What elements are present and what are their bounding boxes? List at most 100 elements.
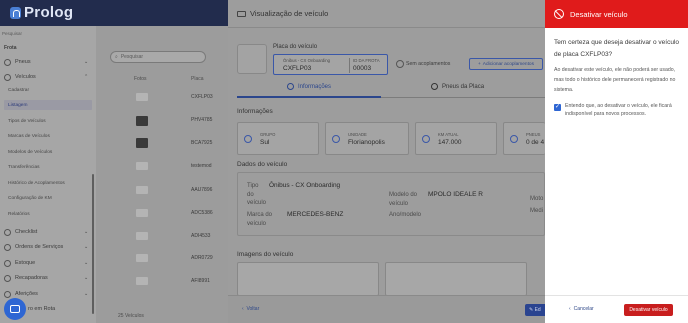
edit-label: Ed xyxy=(534,307,541,313)
sidebar-item-ordens[interactable]: Ordens de Serviços ⌄ xyxy=(4,242,88,252)
divider xyxy=(349,58,350,73)
stat-label: PNEUS xyxy=(526,132,541,137)
modelo-label: Modelo do veículo xyxy=(389,192,418,207)
sidebar-item-label: Veículos xyxy=(15,74,36,80)
speedometer-icon xyxy=(422,135,430,143)
group-icon xyxy=(244,135,252,143)
table-row-plate[interactable]: testemod xyxy=(191,163,212,169)
tire-icon xyxy=(510,135,518,143)
stat-card-unidade: UNIDADE Florianopolis xyxy=(325,122,409,155)
sidebar-sub-relatorios[interactable]: Relatórios xyxy=(8,209,30,219)
sidebar-item-pneus[interactable]: Pneus ⌄ xyxy=(4,57,88,67)
search-placeholder: Pesquisar xyxy=(120,54,144,60)
prolog-logo[interactable]: Prolog xyxy=(10,4,73,21)
table-row-plate[interactable]: ADI4533 xyxy=(191,233,210,239)
back-button[interactable]: ‹ Voltar xyxy=(242,306,259,312)
checklist-icon xyxy=(4,228,11,236)
sidebar-sub-modelos[interactable]: Modelos de Veículos xyxy=(8,147,52,157)
ban-icon xyxy=(554,9,564,19)
plate-value: CXFLP03 xyxy=(283,65,312,72)
sidebar-item-label: Ordens de Serviços xyxy=(15,244,64,250)
sidebar: Pesquisar Frota Pneus ⌄ Veículos ⌃ Cadas… xyxy=(0,26,96,323)
stat-value: 0 de 4 xyxy=(526,139,545,146)
vehicle-count: 25 Veículos xyxy=(118,313,144,319)
table-row-plate[interactable]: PHV4785 xyxy=(191,117,212,123)
table-row-plate[interactable]: BCA7925 xyxy=(191,140,212,146)
drawer-footer: ‹ Cancelar Desativar veículo xyxy=(545,295,688,323)
stat-label: KM ATUAL xyxy=(438,132,459,137)
medida-label: Medi xyxy=(530,208,544,214)
sidebar-sub-historico[interactable]: Histórico de Acoplamentos xyxy=(8,178,65,188)
sidebar-item-afericoes[interactable]: Aferições ⌄ xyxy=(4,289,88,299)
sidebar-item-veiculos[interactable]: Veículos ⌃ xyxy=(4,72,88,82)
vehicle-image-slot[interactable] xyxy=(385,262,527,296)
table-row-plate[interactable]: CXFLP03 xyxy=(191,94,213,100)
vehicle-thumbnail xyxy=(136,232,148,240)
sidebar-sub-config-km[interactable]: Configuração de KM xyxy=(8,193,52,203)
tipo-label: Tipo do veículo xyxy=(247,183,267,206)
vehicle-thumbnail xyxy=(136,93,148,101)
acknowledge-checkbox[interactable]: ✓ xyxy=(554,104,561,111)
sidebar-search[interactable]: Pesquisar xyxy=(0,31,22,36)
deactivate-button[interactable]: Desativar veículo xyxy=(624,304,673,316)
sidebar-sub-transferencias[interactable]: Transferências xyxy=(8,162,40,172)
confirm-question: Tem certeza que deseja desativar o veícu… xyxy=(554,39,680,58)
chevron-down-icon: ⌄ xyxy=(84,244,89,250)
deactivate-drawer: Desativar veículo Tem certeza que deseja… xyxy=(545,0,688,323)
motor-label: Moto xyxy=(530,196,544,202)
tire-icon xyxy=(431,83,438,90)
chevron-down-icon: ⌄ xyxy=(84,260,89,266)
recap-icon xyxy=(4,274,11,282)
cancel-button[interactable]: ‹ Cancelar xyxy=(569,306,594,312)
sidebar-sub-marcas[interactable]: Marcas de Veículos xyxy=(8,131,50,141)
tipo-value: Ônibus - CX Onboarding xyxy=(269,182,341,189)
sidebar-item-label: Checklist xyxy=(15,229,38,235)
tab-informacoes[interactable]: Informações xyxy=(287,83,331,90)
table-row-plate[interactable]: AFI8991 xyxy=(191,278,210,284)
add-towing-button[interactable]: + Adicionar acoplamentos xyxy=(469,58,543,70)
vehicle-type-label: Ônibus - CX Onboarding xyxy=(283,58,331,63)
vehicle-list: ⌕ Pesquisar Fotos Placa CXFLP03 PHV4785 … xyxy=(96,26,228,323)
gauge-icon xyxy=(4,290,11,298)
link-icon xyxy=(396,60,404,68)
search-input[interactable]: ⌕ Pesquisar xyxy=(110,51,206,63)
cancel-label: Cancelar xyxy=(573,306,594,312)
sidebar-item-estoque[interactable]: Estoque ⌄ xyxy=(4,258,88,268)
chat-bubble-icon xyxy=(10,305,20,313)
plate-card[interactable]: Ônibus - CX Onboarding CXFLP03 ID DA FRO… xyxy=(273,54,388,75)
sidebar-item-checklist[interactable]: Checklist ⌄ xyxy=(4,227,88,237)
sidebar-sub-tipos[interactable]: Tipos de Veículos xyxy=(8,116,46,126)
tab-pneus-placa[interactable]: Pneus da Placa xyxy=(431,83,484,90)
sidebar-item-label: ro em Rota xyxy=(28,306,56,312)
chevron-down-icon: ⌄ xyxy=(84,229,89,235)
table-row-plate[interactable]: ADC5386 xyxy=(191,210,213,216)
sidebar-item-recapadoras[interactable]: Recapadoras ⌄ xyxy=(4,273,88,283)
truck-icon xyxy=(4,73,11,81)
sidebar-item-rota[interactable]: ro em Rota xyxy=(28,304,55,314)
ano-label: Ano/modelo xyxy=(389,212,422,218)
table-row-plate[interactable]: ADR0729 xyxy=(191,255,213,261)
stat-value: 147.000 xyxy=(438,139,462,146)
chat-button[interactable] xyxy=(4,298,26,320)
stat-value: Sul xyxy=(260,139,270,146)
vehicle-thumbnail xyxy=(136,209,148,217)
stat-card-km: KM ATUAL 147.000 xyxy=(415,122,497,155)
info-icon xyxy=(287,83,294,90)
vehicle-image-slot[interactable] xyxy=(237,262,379,296)
vehicle-thumbnail xyxy=(136,162,148,170)
sidebar-scrollbar[interactable] xyxy=(92,174,94,314)
acknowledge-label[interactable]: Entendo que, ao desativar o veículo, ele… xyxy=(565,103,682,118)
vehicle-photo xyxy=(237,44,267,74)
dados-section-title: Dados do veículo xyxy=(237,161,288,168)
box-icon xyxy=(4,259,11,267)
sidebar-sub-cadastrar[interactable]: Cadastrar xyxy=(8,85,29,95)
table-row-plate[interactable]: AAU7896 xyxy=(191,187,212,193)
stat-card-pneus: PNEUS 0 de 4 xyxy=(503,122,545,155)
sidebar-sub-listagem[interactable]: Listagem xyxy=(4,100,92,110)
column-header-plate[interactable]: Placa xyxy=(191,76,204,82)
vehicle-thumbnail xyxy=(136,186,148,194)
images-section-title: Imagens do veículo xyxy=(237,251,294,258)
drawer-title: Desativar veículo xyxy=(570,9,628,19)
chevron-down-icon: ⌄ xyxy=(84,275,89,281)
vehicle-thumbnail xyxy=(136,277,148,285)
